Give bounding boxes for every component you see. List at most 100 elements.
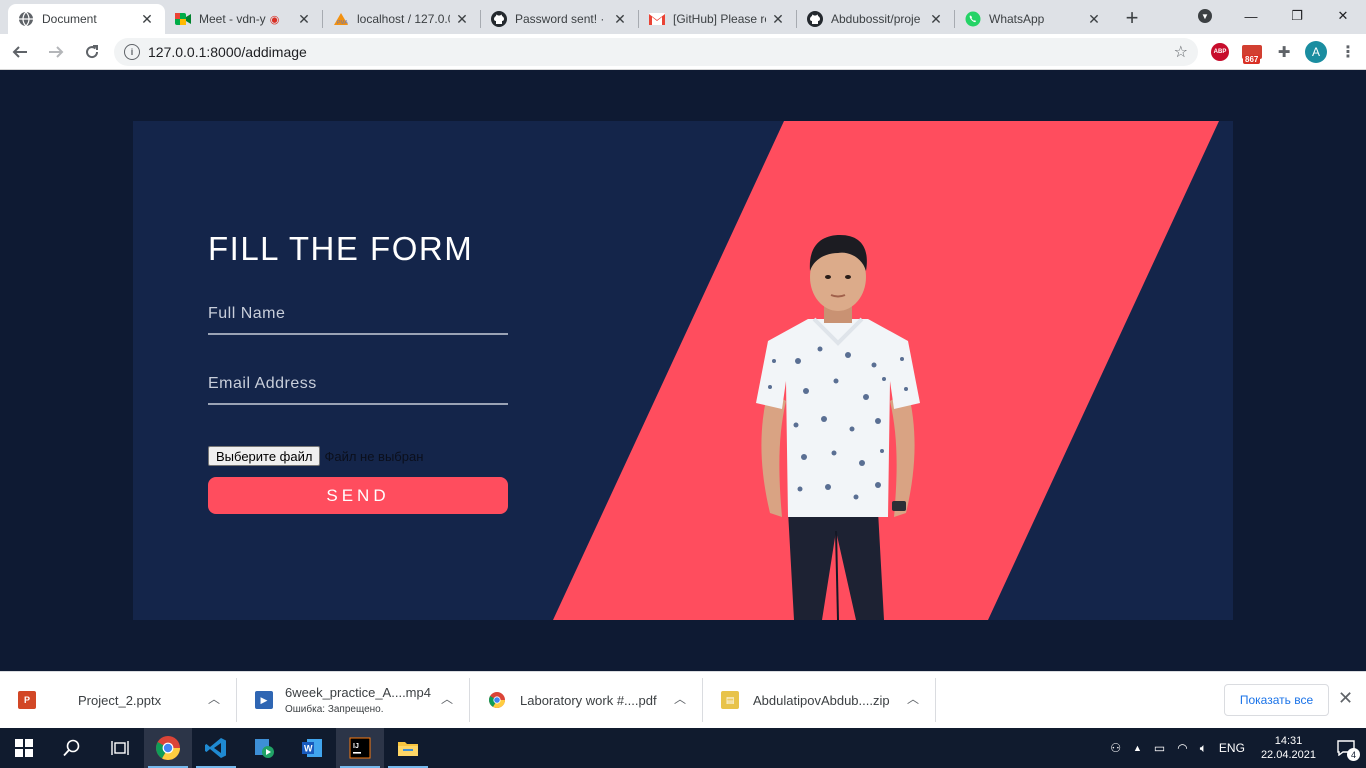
extensions-button[interactable]: ✚ xyxy=(1268,36,1300,68)
taskbar-vscode[interactable] xyxy=(192,728,240,768)
media-player-icon xyxy=(255,739,274,758)
avatar: A xyxy=(1305,40,1327,63)
show-all-button[interactable]: Показать все xyxy=(1224,684,1329,716)
bookmark-star-icon[interactable]: ☆ xyxy=(1174,42,1188,62)
volume-icon[interactable]: 🔈︎ xyxy=(1194,741,1213,756)
file-upload: Выберите файл Файл не выбран xyxy=(208,446,423,466)
github-icon xyxy=(807,11,823,27)
language-indicator[interactable]: ENG xyxy=(1213,741,1251,755)
globe-icon xyxy=(18,11,34,27)
adblock-icon: ABP xyxy=(1211,42,1229,61)
tab-close-icon[interactable]: ✕ xyxy=(1086,11,1102,27)
tab-whatsapp[interactable]: WhatsApp ✕ xyxy=(955,4,1112,34)
minimize-button[interactable]: — xyxy=(1228,0,1274,32)
tab-phpmyadmin[interactable]: PMA localhost / 127.0.0 ✕ xyxy=(323,4,480,34)
email-input[interactable] xyxy=(208,365,508,403)
taskbar-intellij[interactable]: IJ xyxy=(336,728,384,768)
google-meet-icon xyxy=(175,11,191,27)
url-text[interactable]: 127.0.0.1:8000/addimage xyxy=(148,44,1174,60)
search-button[interactable] xyxy=(48,728,96,768)
close-window-button[interactable]: ✕ xyxy=(1320,0,1366,32)
wifi-icon[interactable]: ◠ xyxy=(1171,741,1193,755)
tab-close-icon[interactable]: ✕ xyxy=(928,11,944,27)
people-icon[interactable]: ⚇ xyxy=(1104,741,1127,755)
chevron-up-icon[interactable]: ︿ xyxy=(208,690,220,707)
window-controls: ▼ — ❐ ✕ xyxy=(1190,0,1366,32)
browser-toolbar: i 127.0.0.1:8000/addimage ☆ ABP 867 ✚ A … xyxy=(0,34,1366,70)
back-arrow-icon xyxy=(12,45,27,58)
battery-icon[interactable]: ▭ xyxy=(1148,741,1171,755)
taskbar-word[interactable]: W xyxy=(288,728,336,768)
tab-title: Meet - vdn-y xyxy=(199,12,266,26)
taskbar-file-explorer[interactable] xyxy=(384,728,432,768)
new-tab-button[interactable]: + xyxy=(1118,4,1146,32)
tab-github-project[interactable]: Abdubossit/proje ✕ xyxy=(797,4,954,34)
close-icon[interactable]: ✕ xyxy=(1338,688,1353,709)
clock-date: 22.04.2021 xyxy=(1260,749,1316,761)
chevron-up-icon[interactable]: ︿ xyxy=(441,690,453,707)
svg-text:W: W xyxy=(304,744,313,754)
tab-title: [GitHub] Please re xyxy=(673,12,766,26)
tab-close-icon[interactable]: ✕ xyxy=(454,11,470,27)
tab-close-icon[interactable]: ✕ xyxy=(612,11,628,27)
windows-taskbar: W IJ ⚇ ▲ ▭ ◠ 🔈︎ ENG 14:31 22.04.2021 4 xyxy=(0,728,1366,768)
chrome-icon xyxy=(156,736,180,760)
download-item[interactable]: ▤ AbdulatipovAbdub....zip ︿ xyxy=(703,678,936,722)
chevron-up-icon[interactable]: ︿ xyxy=(674,690,686,707)
clock[interactable]: 14:31 22.04.2021 xyxy=(1251,734,1326,762)
forward-button[interactable] xyxy=(40,36,72,68)
restore-button[interactable]: ❐ xyxy=(1274,0,1320,32)
powerpoint-icon: P xyxy=(18,691,36,709)
back-button[interactable] xyxy=(4,36,36,68)
reload-icon xyxy=(86,44,99,58)
download-name: 6week_practice_A....mp4 xyxy=(285,685,431,700)
gmail-icon xyxy=(649,11,665,27)
file-status-label: Файл не выбран xyxy=(324,448,424,464)
page-viewport: FILL THE FORM Выберите файл Файл не выбр… xyxy=(0,70,1366,671)
video-file-icon: ▶ xyxy=(255,691,273,709)
svg-text:PMA: PMA xyxy=(337,20,349,26)
chevron-up-icon[interactable]: ▲ xyxy=(1127,743,1148,753)
send-button[interactable]: SEND xyxy=(208,477,508,514)
chevron-up-icon[interactable]: ︿ xyxy=(907,690,919,707)
tab-gmail[interactable]: [GitHub] Please re ✕ xyxy=(639,4,796,34)
address-bar[interactable]: i 127.0.0.1:8000/addimage ☆ xyxy=(114,37,1198,66)
chrome-menu-button[interactable]: ⋮ xyxy=(1332,36,1364,68)
more-vert-icon: ⋮ xyxy=(1340,43,1356,61)
tab-title: WhatsApp xyxy=(989,12,1045,26)
tab-close-icon[interactable]: ✕ xyxy=(770,11,786,27)
notification-center-button[interactable]: 4 xyxy=(1326,728,1366,768)
taskbar-media-player[interactable] xyxy=(240,728,288,768)
tab-github-password[interactable]: Password sent! · G ✕ xyxy=(481,4,638,34)
tab-strip: Document ✕ Meet - vdn-y ◉ ✕ PMA localhos… xyxy=(0,0,1366,34)
tab-close-icon[interactable]: ✕ xyxy=(139,11,155,27)
mail-extension[interactable]: 867 xyxy=(1236,36,1268,68)
svg-text:IJ: IJ xyxy=(353,743,359,750)
task-view-button[interactable] xyxy=(96,728,144,768)
download-item[interactable]: Laboratory work #....pdf ︿ xyxy=(470,678,703,722)
tab-search-button[interactable]: ▼ xyxy=(1190,0,1220,32)
downloads-shelf: P Project_2.pptx ︿ ▶ 6week_practice_A...… xyxy=(0,671,1366,728)
taskbar-chrome[interactable] xyxy=(144,728,192,768)
windows-logo-icon xyxy=(15,739,33,757)
full-name-input[interactable] xyxy=(208,295,508,333)
reload-button[interactable] xyxy=(76,36,108,68)
word-icon: W xyxy=(302,739,322,757)
profile-button[interactable]: A xyxy=(1300,36,1332,68)
forward-arrow-icon xyxy=(49,45,64,58)
download-item[interactable]: P Project_2.pptx ︿ xyxy=(0,678,237,722)
zip-icon: ▤ xyxy=(721,691,739,709)
vscode-icon xyxy=(205,738,226,758)
tab-meet[interactable]: Meet - vdn-y ◉ ✕ xyxy=(165,4,322,34)
adblock-extension[interactable]: ABP xyxy=(1204,36,1236,68)
choose-file-button[interactable]: Выберите файл xyxy=(208,446,321,466)
download-status: Ошибка: Запрещено. xyxy=(285,704,384,715)
tab-document[interactable]: Document ✕ xyxy=(8,4,165,34)
tab-close-icon[interactable]: ✕ xyxy=(296,11,312,27)
mail-count-badge: 867 xyxy=(1243,54,1261,64)
site-info-icon[interactable]: i xyxy=(124,43,140,60)
tab-title: Abdubossit/proje xyxy=(831,12,921,26)
start-button[interactable] xyxy=(0,728,48,768)
clock-time: 14:31 xyxy=(1274,735,1303,747)
download-item[interactable]: ▶ 6week_practice_A....mp4 Ошибка: Запрещ… xyxy=(237,678,470,722)
